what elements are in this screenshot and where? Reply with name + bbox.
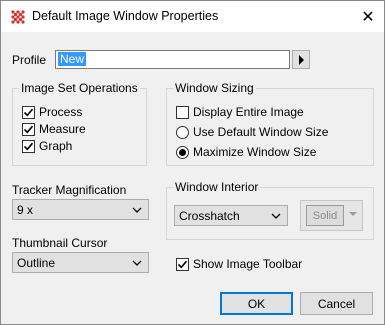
thumbnail-cursor-label: Thumbnail Cursor — [12, 236, 108, 250]
checkmark-icon — [23, 108, 34, 116]
maximize-size-radio[interactable]: Maximize Window Size — [176, 145, 316, 159]
tracker-magnification-label: Tracker Magnification — [12, 183, 127, 197]
profile-label: Profile — [12, 53, 47, 67]
checkbox-box — [22, 122, 35, 136]
radio-dot — [179, 148, 186, 156]
measure-label: Measure — [39, 122, 86, 136]
checkbox-box — [176, 105, 189, 119]
title-bar: Default Image Window Properties ✕ — [1, 1, 384, 32]
measure-checkbox[interactable]: Measure — [22, 122, 86, 136]
interior-color-button: Solid — [300, 200, 363, 231]
process-label: Process — [39, 105, 83, 119]
chevron-down-icon — [132, 207, 142, 213]
solid-label: Solid — [312, 209, 338, 222]
app-grid-icon — [11, 10, 25, 24]
thumbnail-cursor-select[interactable]: Outline — [12, 252, 149, 273]
interior-pattern-select[interactable]: Crosshatch — [174, 205, 288, 226]
cancel-button[interactable]: Cancel — [300, 292, 373, 315]
chevron-down-icon — [349, 212, 357, 216]
cancel-label: Cancel — [317, 296, 356, 311]
profile-value: New — [58, 52, 87, 66]
solid-color-swatch: Solid — [306, 205, 344, 226]
radio-circle — [176, 145, 189, 159]
show-image-toolbar-checkbox[interactable]: Show Image Toolbar — [176, 257, 302, 271]
chevron-down-icon — [132, 260, 142, 266]
graph-checkbox[interactable]: Graph — [22, 139, 72, 153]
checkbox-box — [176, 257, 189, 271]
window-interior-title: Window Interior — [173, 180, 261, 194]
profile-input[interactable]: New — [55, 50, 290, 69]
use-default-size-label: Use Default Window Size — [193, 125, 329, 139]
tracker-magnification-value: 9 x — [17, 202, 34, 217]
checkmark-icon — [23, 142, 34, 150]
show-image-toolbar-label: Show Image Toolbar — [193, 257, 303, 271]
thumbnail-cursor-value: Outline — [17, 255, 56, 270]
use-default-size-radio[interactable]: Use Default Window Size — [176, 125, 328, 139]
display-entire-image-label: Display Entire Image — [193, 105, 304, 119]
close-button[interactable]: ✕ — [352, 1, 384, 32]
display-entire-image-checkbox[interactable]: Display Entire Image — [176, 105, 304, 119]
process-checkbox[interactable]: Process — [22, 105, 82, 119]
properties-dialog: Default Image Window Properties ✕ Profil… — [0, 0, 385, 325]
tracker-magnification-select[interactable]: 9 x — [12, 199, 149, 220]
triangle-right-icon — [298, 54, 304, 65]
image-set-operations-title: Image Set Operations — [19, 81, 140, 95]
window-sizing-title: Window Sizing — [173, 81, 256, 95]
graph-label: Graph — [39, 139, 73, 153]
profile-menu-button[interactable] — [292, 50, 310, 69]
chevron-down-icon — [271, 213, 281, 219]
ok-button[interactable]: OK — [220, 292, 293, 315]
close-icon: ✕ — [361, 8, 375, 26]
window-title: Default Image Window Properties — [32, 9, 219, 23]
interior-pattern-value: Crosshatch — [179, 208, 240, 223]
checkmark-icon — [177, 260, 188, 268]
radio-circle — [176, 125, 189, 139]
maximize-size-label: Maximize Window Size — [193, 145, 317, 159]
checkmark-icon — [23, 125, 34, 133]
checkbox-box — [22, 105, 35, 119]
checkbox-box — [22, 139, 35, 153]
ok-label: OK — [247, 296, 266, 311]
